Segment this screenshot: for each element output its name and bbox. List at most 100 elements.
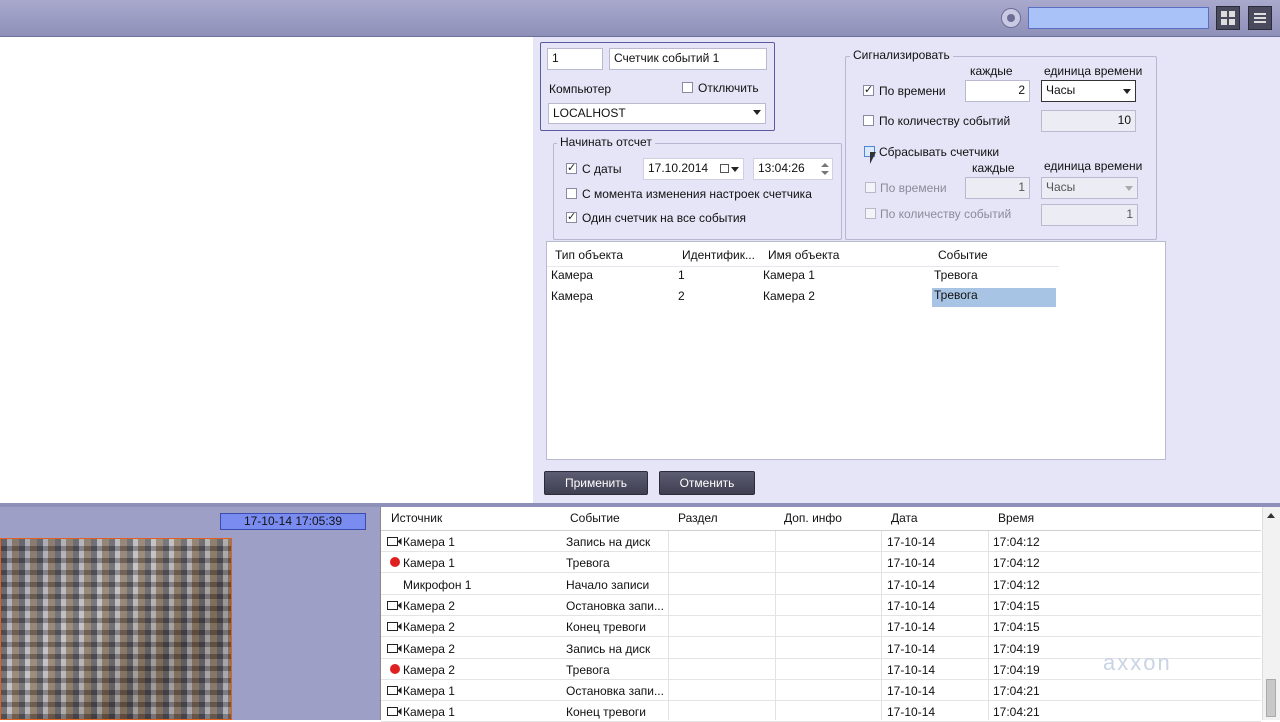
cell-id: 1 xyxy=(678,268,685,282)
settings-icon[interactable] xyxy=(1001,8,1021,28)
log-source: Камера 2 xyxy=(403,620,455,635)
counter-name-field[interactable]: Счетчик событий 1 xyxy=(609,48,767,70)
reset-by-time-unit-dropdown[interactable]: Часы xyxy=(1041,177,1138,199)
log-date: 17-10-14 xyxy=(887,662,936,677)
one-counter-checkbox[interactable] xyxy=(566,210,577,223)
camera-icon xyxy=(387,643,402,653)
column-header-name[interactable]: Имя объекта xyxy=(768,248,839,262)
reset-by-count-input[interactable]: 1 xyxy=(1041,204,1138,226)
mouse-cursor-icon xyxy=(870,152,876,164)
log-header-date[interactable]: Дата xyxy=(891,511,918,525)
date-picker[interactable]: 17.10.2014 xyxy=(643,158,744,180)
menu-icon[interactable] xyxy=(1248,6,1272,30)
log-row[interactable]: Камера 1 Запись на диск 17-10-14 17:04:12 xyxy=(381,531,1261,552)
log-row[interactable]: Камера 1 Конец тревоги 17-10-14 17:04:21 xyxy=(381,701,1261,722)
table-row[interactable]: Камера 2 Камера 2 Тревога xyxy=(547,287,1059,307)
column-header-type[interactable]: Тип объекта xyxy=(555,248,623,262)
log-time: 17:04:12 xyxy=(993,556,1040,571)
search-input[interactable] xyxy=(1028,7,1209,29)
by-time-unit-dropdown[interactable]: Часы xyxy=(1041,80,1136,102)
reset-every-label: каждые xyxy=(972,161,1015,175)
signal-title: Сигнализировать xyxy=(850,48,953,62)
by-time-every-input[interactable]: 2 xyxy=(965,80,1030,102)
cell-type: Камера xyxy=(551,289,593,303)
by-time-checkbox[interactable] xyxy=(863,83,874,96)
log-scrollbar[interactable] xyxy=(1262,507,1280,720)
time-unit-label: единица времени xyxy=(1044,64,1143,78)
log-row[interactable]: Камера 2 Остановка запи... 17-10-14 17:04:1… xyxy=(381,595,1261,616)
objects-table: Тип объекта Идентифик... Имя объекта Соб… xyxy=(546,241,1166,460)
reset-by-count-checkbox[interactable] xyxy=(865,208,876,219)
camera-icon xyxy=(387,707,402,717)
log-source: Камера 2 xyxy=(403,641,455,656)
spin-down-icon[interactable] xyxy=(821,171,829,175)
spin-up-icon[interactable] xyxy=(821,163,829,167)
log-source: Камера 1 xyxy=(403,684,455,699)
axxon-logo: axxon xyxy=(1103,650,1172,675)
log-event: Остановка запи... xyxy=(566,598,664,613)
log-date: 17-10-14 xyxy=(887,577,936,592)
column-header-id[interactable]: Идентифик... xyxy=(682,248,755,262)
log-header-section[interactable]: Раздел xyxy=(678,511,718,525)
log-source: Камера 1 xyxy=(403,705,455,720)
by-count-label: По количеству событий xyxy=(879,114,1011,128)
reset-by-time-every-input[interactable]: 1 xyxy=(965,177,1030,199)
log-header-time[interactable]: Время xyxy=(998,511,1034,525)
by-count-input[interactable]: 10 xyxy=(1041,110,1136,132)
log-header-event[interactable]: Событие xyxy=(570,511,620,525)
cell-event: Тревога xyxy=(934,268,978,282)
cancel-button[interactable]: Отменить xyxy=(659,471,755,495)
from-settings-change-checkbox[interactable] xyxy=(566,188,577,199)
one-counter-label: Один счетчик на все события xyxy=(582,211,747,225)
log-header-extra-info[interactable]: Доп. инфо xyxy=(784,511,842,525)
counter-id-field[interactable]: 1 xyxy=(547,48,603,70)
log-row[interactable]: Микрофон 1 Начало записи 17-10-14 17:04:12 xyxy=(381,574,1261,595)
from-date-label: С даты xyxy=(582,162,622,176)
by-time-unit-value: Часы xyxy=(1046,83,1076,97)
log-date: 17-10-14 xyxy=(887,556,936,571)
every-label: каждые xyxy=(970,64,1013,78)
log-time: 17:04:12 xyxy=(993,535,1040,549)
log-row[interactable]: Камера 2 Конец тревоги 17-10-14 17:04:15 xyxy=(381,616,1261,638)
log-row[interactable]: Камера 1 Тревога 17-10-14 17:04:12 xyxy=(381,552,1261,574)
scroll-thumb[interactable] xyxy=(1266,679,1276,717)
cell-event-selected[interactable]: Тревога xyxy=(932,288,1056,307)
log-source: Камера 2 xyxy=(403,662,455,677)
log-header-source[interactable]: Источник xyxy=(391,511,442,525)
log-event: Тревога xyxy=(566,556,610,571)
reset-by-time-label: По времени xyxy=(880,181,947,195)
log-event: Тревога xyxy=(566,662,610,677)
layout-grid-icon[interactable] xyxy=(1216,6,1240,30)
computer-dropdown[interactable]: LOCALHOST xyxy=(548,103,766,124)
log-date: 17-10-14 xyxy=(887,598,936,613)
log-time: 17:04:19 xyxy=(993,662,1040,677)
time-spinner[interactable]: 13:04:26 xyxy=(753,158,833,180)
disable-label: Отключить xyxy=(698,81,759,95)
log-time: 17:04:15 xyxy=(993,598,1040,613)
log-row[interactable]: Камера 1 Остановка запи... 17-10-14 17:04:2… xyxy=(381,680,1261,702)
calendar-icon[interactable] xyxy=(720,164,729,173)
apply-button[interactable]: Применить xyxy=(544,471,648,495)
reset-time-unit-label: единица времени xyxy=(1044,159,1143,173)
from-date-checkbox[interactable] xyxy=(566,161,577,174)
computer-value: LOCALHOST xyxy=(553,106,626,120)
by-time-label: По времени xyxy=(879,84,946,98)
camera-video-feed[interactable] xyxy=(0,538,232,720)
log-event: Остановка запи... xyxy=(566,684,664,699)
log-time: 17:04:21 xyxy=(993,684,1040,699)
chevron-down-icon xyxy=(731,167,739,172)
reset-by-time-checkbox[interactable] xyxy=(865,182,876,193)
log-event: Запись на диск xyxy=(566,535,651,549)
event-log-table: Источник Событие Раздел Доп. инфо Дата В… xyxy=(380,507,1280,722)
cell-name: Камера 2 xyxy=(763,289,815,303)
chevron-down-icon xyxy=(1125,186,1133,191)
disable-checkbox[interactable] xyxy=(682,82,693,93)
column-header-event[interactable]: Событие xyxy=(938,248,988,262)
table-row[interactable]: Камера 1 Камера 1 Тревога xyxy=(547,267,1059,287)
by-count-checkbox[interactable] xyxy=(863,115,874,126)
log-event: Запись на диск xyxy=(566,641,651,656)
log-date: 17-10-14 xyxy=(887,535,936,549)
scroll-up-icon[interactable] xyxy=(1267,513,1275,518)
cell-id: 2 xyxy=(678,289,685,303)
alarm-icon xyxy=(390,663,400,674)
